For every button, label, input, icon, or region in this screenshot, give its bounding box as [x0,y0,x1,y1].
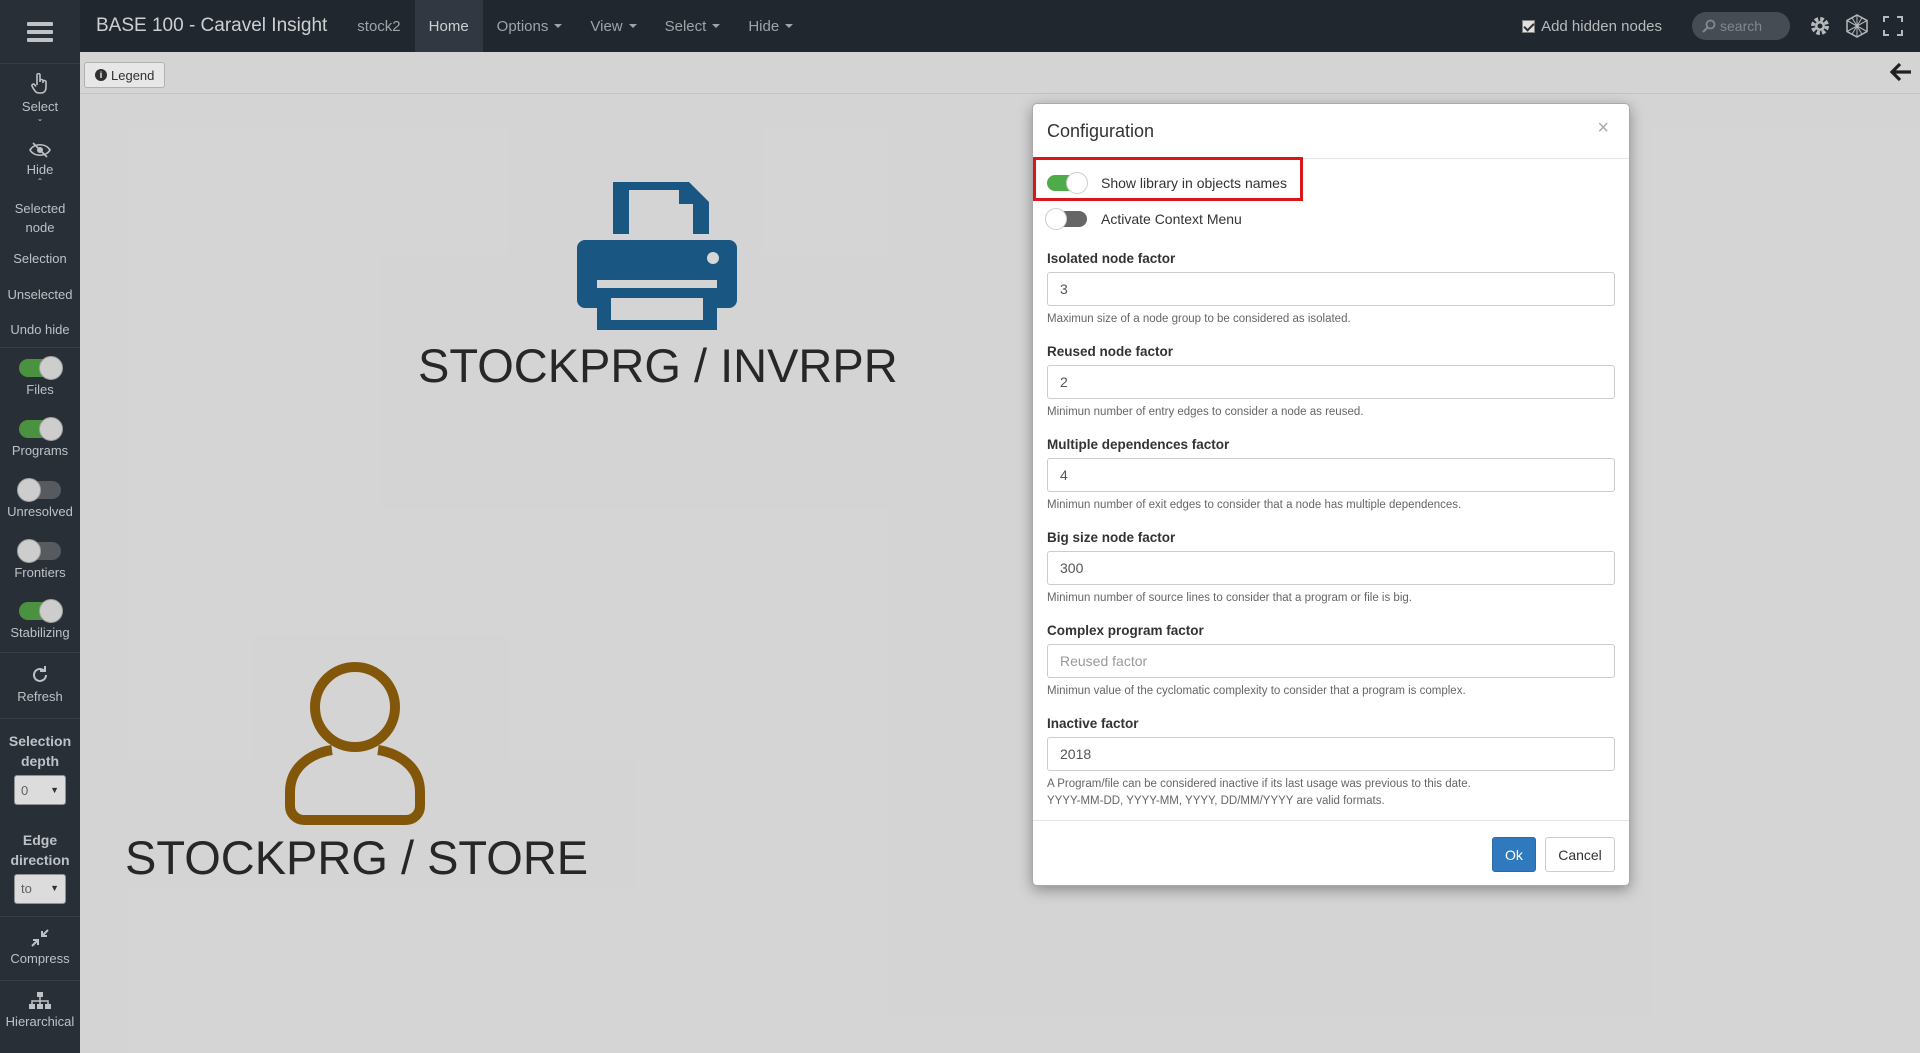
isolated-node-factor-label: Isolated node factor [1047,251,1176,266]
close-icon[interactable]: × [1597,118,1609,138]
multiple-dependences-factor-help: Minimun number of exit edges to consider… [1047,499,1462,511]
reused-node-factor-help: Minimun number of entry edges to conside… [1047,406,1364,418]
modal-header: Configuration × [1033,104,1629,159]
big-size-node-factor-input[interactable]: 300 [1047,551,1615,585]
multiple-dependences-factor-label: Multiple dependences factor [1047,437,1230,452]
inactive-factor-input[interactable]: 2018 [1047,737,1615,771]
show-library-toggle[interactable] [1047,172,1088,194]
show-library-label: Show library in objects names [1101,175,1287,191]
modal-body: Show library in objects names Activate C… [1033,165,1629,810]
modal-backdrop[interactable] [0,0,1920,1053]
multiple-dependences-factor-input[interactable]: 4 [1047,458,1615,492]
big-size-node-factor-help: Minimun number of source lines to consid… [1047,592,1412,604]
big-size-node-factor-label: Big size node factor [1047,530,1176,545]
ok-button[interactable]: Ok [1492,837,1536,872]
configuration-modal: Configuration × Show library in objects … [1032,103,1630,886]
modal-footer: Ok Cancel [1033,820,1629,885]
cancel-button[interactable]: Cancel [1545,837,1615,872]
context-menu-toggle[interactable] [1045,208,1087,230]
isolated-node-factor-help: Maximun size of a node group to be consi… [1047,313,1351,325]
modal-title: Configuration [1047,120,1155,141]
option-show-library[interactable]: Show library in objects names [1047,165,1615,201]
option-context-menu[interactable]: Activate Context Menu [1045,201,1615,237]
inactive-factor-help-line2: YYYY-MM-DD, YYYY-MM, YYYY, DD/MM/YYYY ar… [1047,795,1385,807]
complex-program-factor-label: Complex program factor [1047,623,1204,638]
inactive-factor-help: A Program/file can be considered inactiv… [1047,776,1615,810]
reused-node-factor-input[interactable]: 2 [1047,365,1615,399]
reused-node-factor-label: Reused node factor [1047,344,1174,359]
complex-program-factor-input[interactable]: Reused factor [1047,644,1615,678]
complex-program-factor-help: Minimun value of the cyclomatic complexi… [1047,685,1466,697]
isolated-node-factor-input[interactable]: 3 [1047,272,1615,306]
context-menu-label: Activate Context Menu [1101,211,1242,227]
inactive-factor-label: Inactive factor [1047,716,1139,731]
inactive-factor-help-line1: A Program/file can be considered inactiv… [1047,778,1471,790]
